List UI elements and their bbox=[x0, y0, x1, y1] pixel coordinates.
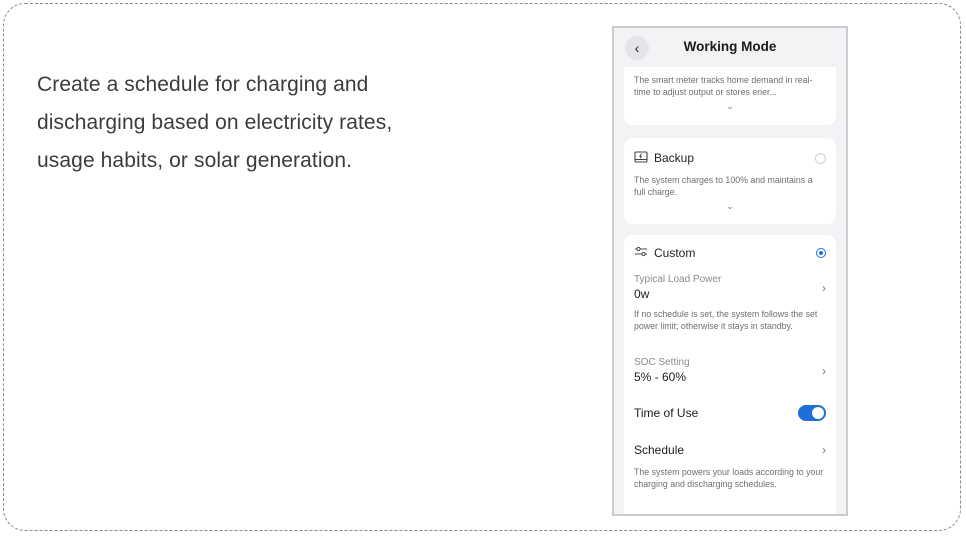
feature-description: Create a schedule for charging and disch… bbox=[37, 73, 393, 172]
phone-screen: ‹ Working Mode The smart meter tracks ho… bbox=[612, 26, 848, 516]
chevron-right-icon: › bbox=[822, 280, 826, 295]
chevron-down-icon[interactable]: ⌄ bbox=[634, 102, 826, 111]
custom-radio[interactable] bbox=[816, 248, 826, 258]
soc-setting-row[interactable]: SOC Setting 5% - 60% › bbox=[634, 357, 826, 384]
sliders-icon bbox=[634, 246, 648, 260]
schedule-label: Schedule bbox=[634, 443, 685, 457]
battery-box-icon bbox=[634, 150, 648, 166]
backup-card[interactable]: Backup The system charges to 100% and ma… bbox=[624, 138, 836, 224]
typical-load-power-value: 0w bbox=[634, 287, 650, 301]
custom-label: Custom bbox=[654, 246, 696, 260]
typical-load-power-row[interactable]: Typical Load Power 0w › bbox=[634, 274, 826, 301]
typical-load-power-note: If no schedule is set, the system follow… bbox=[634, 309, 818, 331]
backup-description: The system charges to 100% and maintains… bbox=[634, 175, 813, 197]
chevron-right-icon: › bbox=[822, 363, 826, 378]
time-of-use-toggle[interactable] bbox=[798, 405, 826, 421]
chevron-right-icon: › bbox=[822, 443, 826, 457]
typical-load-power-label: Typical Load Power bbox=[634, 274, 722, 285]
backup-label: Backup bbox=[654, 151, 695, 165]
self-consumption-description: The smart meter tracks home demand in re… bbox=[634, 75, 813, 97]
page-title: Working Mode bbox=[683, 39, 777, 54]
custom-card[interactable]: Custom Typical Load Power 0w › If no sch… bbox=[624, 235, 836, 514]
soc-setting-label: SOC Setting bbox=[634, 357, 690, 368]
top-bar: ‹ Working Mode bbox=[614, 28, 846, 68]
schedule-note: The system powers your loads according t… bbox=[634, 467, 824, 489]
soc-setting-value: 5% - 60% bbox=[634, 370, 687, 384]
schedule-row[interactable]: Schedule › bbox=[634, 443, 826, 457]
self-consumption-card[interactable]: The smart meter tracks home demand in re… bbox=[624, 67, 836, 125]
time-of-use-label: Time of Use bbox=[634, 406, 699, 420]
backup-radio[interactable] bbox=[815, 152, 826, 164]
chevron-down-icon[interactable]: ⌄ bbox=[634, 202, 826, 211]
